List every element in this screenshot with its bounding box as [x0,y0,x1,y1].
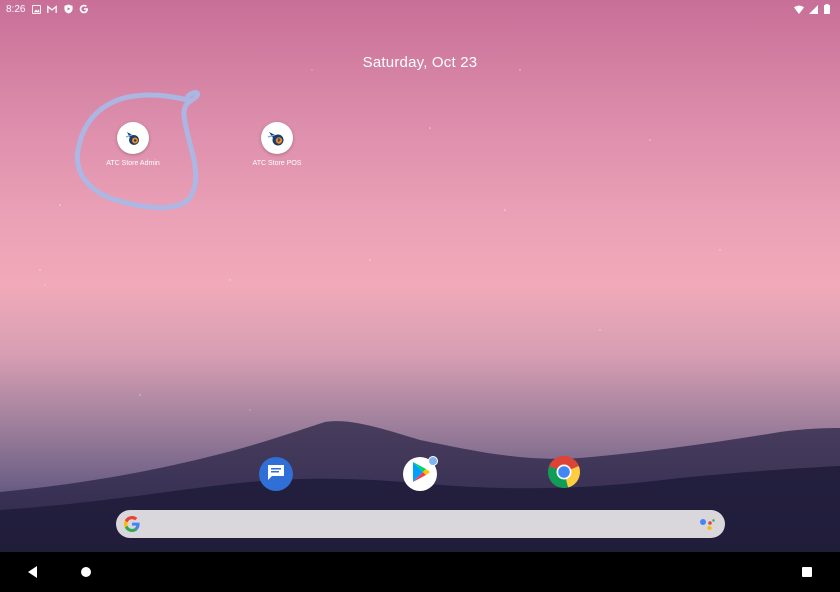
google-assistant-icon[interactable] [699,517,715,531]
home-button[interactable] [78,564,94,580]
notification-dot-icon [428,456,438,466]
dock-chrome[interactable] [547,455,581,494]
status-bar: 8:26 [0,0,840,18]
app-atc-store-pos[interactable]: P ATC Store POS [227,122,327,167]
svg-text:P: P [278,138,281,143]
app-label: ATC Store Admin [106,160,160,167]
google-icon [79,4,89,14]
google-g-icon [124,516,140,532]
dock-play-store[interactable] [403,456,438,491]
signal-icon [808,4,818,14]
status-time: 8:26 [6,3,26,15]
navigation-bar [0,552,840,592]
google-search-bar[interactable] [116,510,725,538]
date-widget[interactable]: Saturday, Oct 23 [0,54,840,71]
home-screen: 8:26 Saturday, Oct 23 ATC Store Admin P … [0,0,840,592]
dock-messages[interactable] [259,457,293,491]
atc-store-admin-icon [117,122,149,154]
app-atc-store-admin[interactable]: ATC Store Admin [83,122,183,167]
home-icon [81,567,91,577]
battery-icon [822,4,832,14]
recents-button[interactable] [799,564,815,580]
photo-icon [31,4,41,14]
atc-store-pos-icon: P [261,122,293,154]
back-button[interactable] [25,564,41,580]
chrome-icon [547,455,581,494]
play-store-icon [410,461,430,488]
recents-icon [802,567,812,577]
wifi-icon [794,4,804,14]
messages-icon [266,463,286,486]
shield-icon [63,4,73,14]
back-icon [28,566,37,578]
gmail-icon [47,4,58,14]
app-label: ATC Store POS [252,160,302,167]
